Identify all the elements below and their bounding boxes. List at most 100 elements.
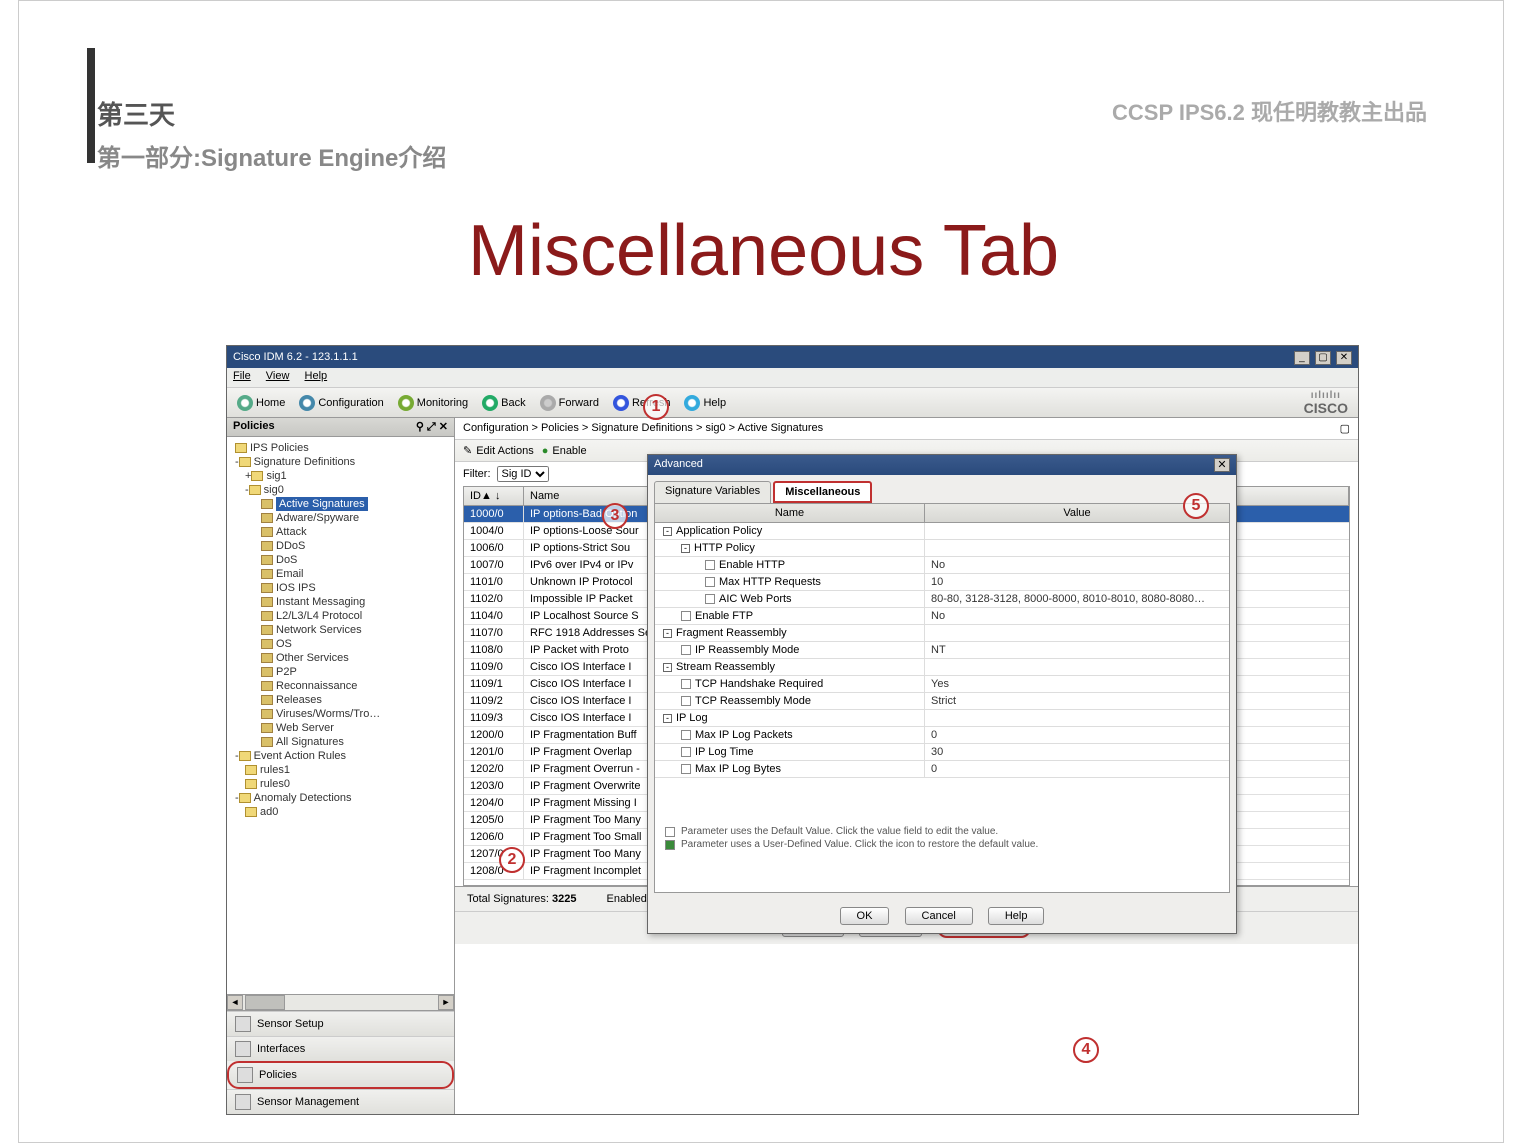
maximize-button[interactable]: ▢ xyxy=(1315,351,1331,365)
home-button[interactable]: Home xyxy=(233,393,289,413)
sidebar-nav-interfaces[interactable]: Interfaces xyxy=(227,1036,454,1061)
sidebar-nav-sensor-management[interactable]: Sensor Management xyxy=(227,1089,454,1114)
menubar: File View Help xyxy=(227,368,1358,388)
sidebar-nav: Sensor SetupInterfacesPoliciesSensor Man… xyxy=(227,1010,454,1114)
tree-node[interactable]: Attack xyxy=(231,525,450,539)
sidebar-nav-sensor-setup[interactable]: Sensor Setup xyxy=(227,1011,454,1036)
tree-node[interactable]: Instant Messaging xyxy=(231,595,450,609)
help-icon xyxy=(684,395,700,411)
tree-node[interactable]: Other Services xyxy=(231,651,450,665)
tree-node[interactable]: All Signatures xyxy=(231,735,450,749)
tree-node[interactable]: rules0 xyxy=(231,777,450,791)
property-row[interactable]: -Application Policy xyxy=(655,523,1229,540)
toolbar: Home Configuration Monitoring Back Forwa… xyxy=(227,388,1358,418)
property-grid[interactable]: -Application Policy-HTTP PolicyEnable HT… xyxy=(655,523,1229,778)
tree-node[interactable]: rules1 xyxy=(231,763,450,777)
back-label: Back xyxy=(501,397,525,409)
legend-default-icon xyxy=(665,827,675,837)
tree-node[interactable]: Email xyxy=(231,567,450,581)
dialog-help-button[interactable]: Help xyxy=(988,907,1045,925)
tree-node[interactable]: +sig1 xyxy=(231,469,450,483)
help-button[interactable]: Help xyxy=(680,393,730,413)
tab-signature-variables[interactable]: Signature Variables xyxy=(654,481,771,503)
tree-node[interactable]: Web Server xyxy=(231,721,450,735)
detach-icon[interactable]: ▢ xyxy=(1340,422,1350,435)
property-row[interactable]: -HTTP Policy xyxy=(655,540,1229,557)
tree-node[interactable]: Network Services xyxy=(231,623,450,637)
tree-node[interactable]: DoS xyxy=(231,553,450,567)
sidebar-controls[interactable]: ⚲ ⤢ ✕ xyxy=(416,420,448,434)
tree-node[interactable]: L2/L3/L4 Protocol xyxy=(231,609,450,623)
logo-bars-icon: ıılıılıı xyxy=(1304,391,1348,401)
property-row[interactable]: Max HTTP Requests10 xyxy=(655,574,1229,591)
annotation-3: 3 xyxy=(602,503,628,529)
dialog-close-button[interactable]: ✕ xyxy=(1214,458,1230,472)
property-row[interactable]: IP Log Time30 xyxy=(655,744,1229,761)
property-row[interactable]: TCP Handshake RequiredYes xyxy=(655,676,1229,693)
monitoring-icon xyxy=(398,395,414,411)
property-row[interactable]: -Stream Reassembly xyxy=(655,659,1229,676)
menu-help[interactable]: Help xyxy=(305,370,328,382)
prop-col-name: Name xyxy=(655,504,925,522)
configuration-icon xyxy=(299,395,315,411)
tab-miscellaneous[interactable]: Miscellaneous xyxy=(773,481,872,503)
scroll-thumb[interactable] xyxy=(245,995,285,1010)
edit-actions-button[interactable]: ✎ Edit Actions xyxy=(463,444,534,457)
cancel-button[interactable]: Cancel xyxy=(905,907,973,925)
configuration-button[interactable]: Configuration xyxy=(295,393,387,413)
annotation-1: 1 xyxy=(643,394,669,420)
prop-header: NameValue xyxy=(655,504,1229,523)
property-row[interactable]: Max IP Log Packets0 xyxy=(655,727,1229,744)
scroll-left-button[interactable]: ◄ xyxy=(227,995,243,1010)
property-row[interactable]: -Fragment Reassembly xyxy=(655,625,1229,642)
menu-view[interactable]: View xyxy=(266,370,290,382)
property-row[interactable]: IP Reassembly ModeNT xyxy=(655,642,1229,659)
menu-file[interactable]: File xyxy=(233,370,251,382)
forward-button[interactable]: Forward xyxy=(536,393,603,413)
tree-node[interactable]: Adware/Spyware xyxy=(231,511,450,525)
minimize-button[interactable]: _ xyxy=(1294,351,1310,365)
tree-node[interactable]: -sig0 xyxy=(231,483,450,497)
scroll-right-button[interactable]: ► xyxy=(438,995,454,1010)
col-id[interactable]: ID▲ ↓ xyxy=(464,487,524,505)
property-row[interactable]: -IP Log xyxy=(655,710,1229,727)
property-row[interactable]: TCP Reassembly ModeStrict xyxy=(655,693,1229,710)
enable-button[interactable]: ● Enable xyxy=(542,445,587,457)
tree-node[interactable]: Releases xyxy=(231,693,450,707)
filter-select[interactable]: Sig ID xyxy=(497,466,549,482)
legend-user-text: Parameter uses a User-Defined Value. Cli… xyxy=(681,839,1038,850)
tree-node[interactable]: IOS IPS xyxy=(231,581,450,595)
property-row[interactable]: AIC Web Ports80-80, 3128-3128, 8000-8000… xyxy=(655,591,1229,608)
tree-hscroll[interactable]: ◄► xyxy=(227,994,454,1010)
tree-node[interactable]: OS xyxy=(231,637,450,651)
property-row[interactable]: Enable HTTPNo xyxy=(655,557,1229,574)
tree-node[interactable]: P2P xyxy=(231,665,450,679)
monitoring-button[interactable]: Monitoring xyxy=(394,393,472,413)
tree-node[interactable]: IPS Policies xyxy=(231,441,450,455)
tree-node[interactable]: -Signature Definitions xyxy=(231,455,450,469)
monitoring-label: Monitoring xyxy=(417,397,468,409)
tree-node[interactable]: Reconnaissance xyxy=(231,679,450,693)
tree-node[interactable]: DDoS xyxy=(231,539,450,553)
breadcrumb-bar: Configuration > Policies > Signature Def… xyxy=(455,418,1358,440)
sidebar-nav-policies[interactable]: Policies xyxy=(227,1061,454,1089)
tree-node[interactable]: ad0 xyxy=(231,805,450,819)
annotation-5: 5 xyxy=(1183,493,1209,519)
property-row[interactable]: Enable FTPNo xyxy=(655,608,1229,625)
policies-tree[interactable]: IPS Policies-Signature Definitions+sig1-… xyxy=(227,437,454,994)
dialog-buttons: OK Cancel Help xyxy=(648,899,1236,933)
edit-actions-label: Edit Actions xyxy=(476,445,533,457)
header-subtitle: 第一部分:Signature Engine介绍 xyxy=(97,138,446,173)
forward-icon xyxy=(540,395,556,411)
tree-node[interactable]: Active Signatures xyxy=(231,497,450,511)
property-row[interactable]: Max IP Log Bytes0 xyxy=(655,761,1229,778)
tree-node[interactable]: -Anomaly Detections xyxy=(231,791,450,805)
dialog-body: NameValue -Application Policy-HTTP Polic… xyxy=(654,503,1230,893)
header-right: CCSP IPS6.2 现任明教教主出品 xyxy=(1112,95,1427,127)
back-button[interactable]: Back xyxy=(478,393,529,413)
close-button[interactable]: ✕ xyxy=(1336,351,1352,365)
tree-node[interactable]: -Event Action Rules xyxy=(231,749,450,763)
ok-button[interactable]: OK xyxy=(840,907,890,925)
tree-node[interactable]: Viruses/Worms/Tro… xyxy=(231,707,450,721)
cisco-logo: ıılıılııCISCO xyxy=(1304,391,1348,415)
